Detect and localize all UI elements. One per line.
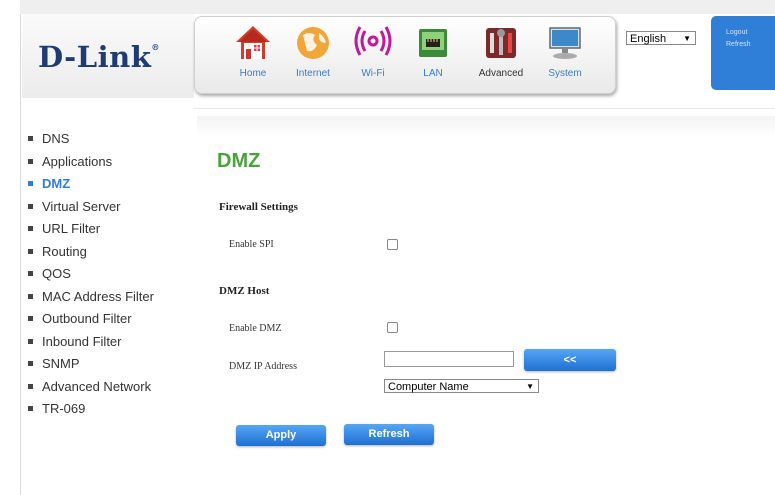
nav-system[interactable]: System (537, 23, 593, 89)
menu-item-dns[interactable]: DNS (28, 128, 154, 151)
computer-name-select[interactable]: Computer Name ▼ (384, 379, 539, 393)
logout-link[interactable]: Logout (726, 29, 775, 36)
enable-dmz-label: Enable DMZ (229, 323, 282, 334)
enable-dmz-checkbox[interactable] (387, 322, 398, 333)
main-nav: Home Internet Wi-Fi LAN Advanced System (194, 16, 616, 94)
enable-spi-checkbox[interactable] (387, 239, 398, 250)
dmz-host-heading: DMZ Host (219, 285, 270, 297)
bullet-icon (28, 248, 33, 254)
nav-home-label: Home (239, 68, 267, 79)
advanced-menu: DNS Applications DMZ Virtual Server URL … (28, 128, 154, 421)
apply-button[interactable]: Apply (236, 425, 326, 446)
nav-advanced[interactable]: Advanced (473, 23, 529, 89)
bullet-icon (28, 361, 33, 367)
nav-advanced-label: Advanced (478, 68, 524, 79)
menu-item-outbound-filter[interactable]: Outbound Filter (28, 308, 154, 331)
nav-lan[interactable]: LAN (405, 23, 461, 89)
wifi-icon (354, 26, 392, 56)
bullet-icon (28, 406, 33, 412)
bullet-icon (28, 383, 33, 389)
chevron-down-icon: ▼ (683, 34, 691, 43)
page-title: DMZ (217, 150, 261, 172)
menu-item-routing[interactable]: Routing (28, 241, 154, 264)
computer-name-value: Computer Name (388, 381, 469, 393)
firewall-settings-heading: Firewall Settings (219, 201, 298, 213)
menu-item-inbound-filter[interactable]: Inbound Filter (28, 331, 154, 354)
menu-item-tr-069[interactable]: TR-069 (28, 398, 154, 421)
lan-icon (419, 29, 447, 57)
refresh-button[interactable]: Refresh (344, 424, 434, 445)
enable-spi-label: Enable SPI (229, 239, 274, 250)
refresh-link[interactable]: Refresh (726, 41, 775, 48)
content-header-shade (197, 116, 775, 136)
menu-item-url-filter[interactable]: URL Filter (28, 218, 154, 241)
copy-ip-button[interactable]: << (524, 349, 616, 371)
nav-wifi[interactable]: Wi-Fi (345, 23, 401, 89)
computer-icon (549, 27, 581, 59)
tools-icon (486, 28, 516, 58)
nav-wifi-label: Wi-Fi (361, 68, 385, 79)
language-select[interactable]: English ▼ (626, 31, 696, 45)
menu-item-qos[interactable]: QOS (28, 263, 154, 286)
nav-internet-label: Internet (296, 68, 330, 79)
menu-item-virtual-server[interactable]: Virtual Server (28, 196, 154, 219)
page-border (20, 0, 21, 495)
bullet-icon (28, 158, 33, 164)
menu-item-mac-address-filter[interactable]: MAC Address Filter (28, 286, 154, 309)
menu-item-snmp[interactable]: SNMP (28, 353, 154, 376)
bullet-icon (28, 316, 33, 322)
menu-item-advanced-network[interactable]: Advanced Network (28, 376, 154, 399)
nav-lan-label: LAN (423, 68, 443, 79)
nav-system-label: System (548, 68, 582, 79)
bullet-icon (28, 181, 33, 187)
bullet-icon (28, 136, 33, 142)
chevron-down-icon: ▼ (526, 382, 534, 391)
top-band (20, 0, 775, 14)
dmz-ip-label: DMZ IP Address (229, 361, 297, 372)
bullet-icon (28, 271, 33, 277)
dlink-logo: D-Link® (38, 40, 160, 74)
bullet-icon (28, 293, 33, 299)
nav-home[interactable]: Home (225, 23, 281, 89)
menu-item-dmz[interactable]: DMZ (28, 173, 154, 196)
header-divider (193, 108, 775, 109)
dmz-ip-input[interactable] (384, 351, 514, 367)
globe-icon (297, 27, 329, 59)
bullet-icon (28, 226, 33, 232)
menu-item-applications[interactable]: Applications (28, 151, 154, 174)
home-icon (236, 26, 270, 59)
bullet-icon (28, 338, 33, 344)
account-panel: Logout Refresh (711, 16, 775, 90)
bullet-icon (28, 203, 33, 209)
nav-internet[interactable]: Internet (285, 23, 341, 89)
language-value: English (630, 33, 667, 45)
